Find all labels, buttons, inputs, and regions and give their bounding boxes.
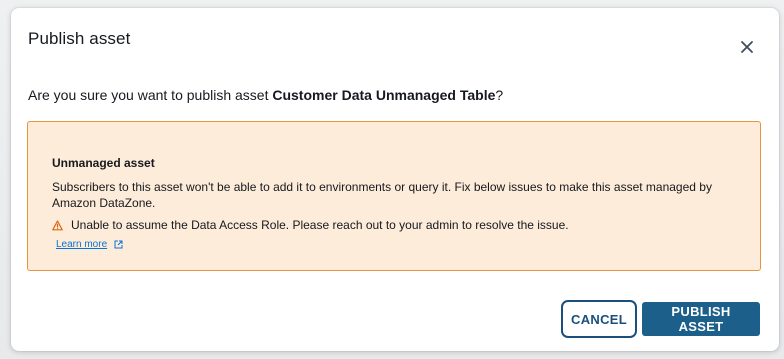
alert-title: Unmanaged asset <box>52 156 155 170</box>
learn-more-link[interactable]: Learn more <box>56 239 123 250</box>
close-icon <box>739 39 755 55</box>
alert-description: Subscribers to this asset won't be able … <box>52 180 712 210</box>
confirm-suffix: ? <box>495 87 504 103</box>
unmanaged-asset-alert: Unmanaged asset Subscribers to this asse… <box>27 121 761 271</box>
confirm-prefix: Are you sure you want to publish asset <box>28 87 273 103</box>
publish-asset-dialog: Publish asset Are you sure you want to p… <box>11 8 779 351</box>
learn-more-label: Learn more <box>56 239 108 250</box>
warning-icon <box>52 219 63 231</box>
alert-issue-text: Unable to assume the Data Access Role. P… <box>71 218 569 232</box>
close-button[interactable] <box>739 39 755 55</box>
alert-issue: Unable to assume the Data Access Role. P… <box>52 218 569 232</box>
cancel-button[interactable]: CANCEL <box>561 300 637 338</box>
asset-name: Customer Data Unmanaged Table <box>272 87 496 103</box>
external-link-icon <box>114 240 123 249</box>
publish-asset-button[interactable]: PUBLISH ASSET <box>642 302 760 336</box>
dialog-title: Publish asset <box>28 29 131 48</box>
confirm-message: Are you sure you want to publish asset C… <box>28 87 503 103</box>
header-divider <box>11 71 779 72</box>
